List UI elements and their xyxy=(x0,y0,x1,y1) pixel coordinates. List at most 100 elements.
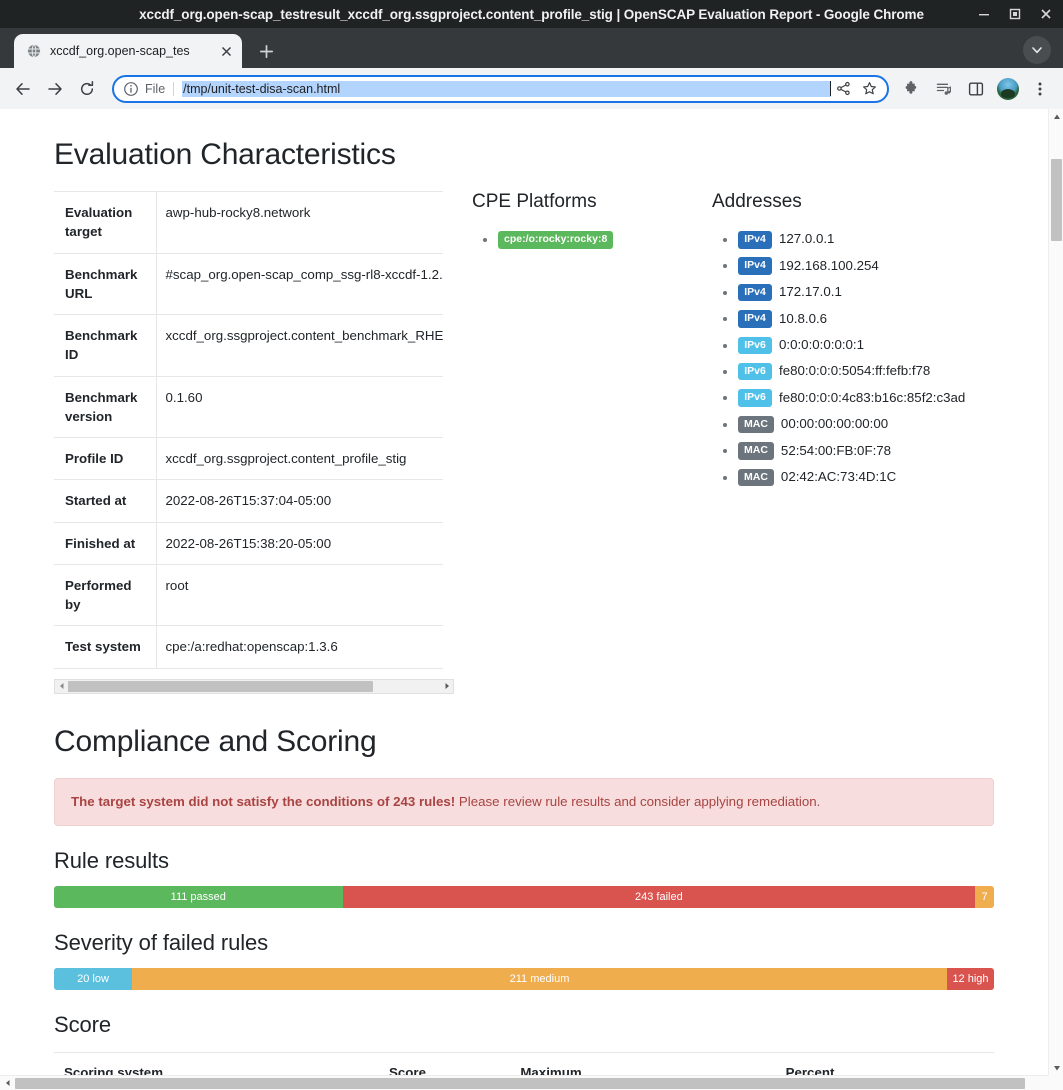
extensions-icon[interactable] xyxy=(897,74,927,104)
cpe-platforms-heading: CPE Platforms xyxy=(472,191,597,212)
tab-search-button[interactable] xyxy=(1023,36,1051,64)
reading-list-icon[interactable] xyxy=(929,74,959,104)
page-horizontal-scrollbar[interactable] xyxy=(0,1075,1048,1090)
table-row: Benchmark ID xccdf_org.ssgproject.content… xyxy=(54,314,443,377)
share-icon[interactable] xyxy=(831,77,855,101)
address-value: fe80:0:0:0:5054:ff:fefb:f78 xyxy=(779,363,931,379)
address-value: 127.0.0.1 xyxy=(779,231,835,247)
vertical-scroll-thumb[interactable] xyxy=(1051,159,1062,241)
table-row: Benchmark URL #scap_org.open-scap_comp_ss… xyxy=(54,253,443,315)
list-item: IPv6 fe80:0:0:0:4c83:b16c:85f2:c3ad xyxy=(738,387,994,409)
bar-segment-failed: 243 failed xyxy=(342,886,976,909)
scroll-down-icon[interactable] xyxy=(1049,1060,1063,1075)
page-info-icon[interactable] xyxy=(123,81,139,97)
browser-tab[interactable]: xccdf_org.open-scap_tes xyxy=(14,34,242,68)
scroll-thumb[interactable] xyxy=(68,680,374,692)
row-value: cpe:/a:redhat:openscap:1.3.6 xyxy=(165,639,338,655)
cpe-badge: cpe:/o:rocky:rocky:8 xyxy=(498,230,614,249)
scroll-right-icon[interactable] xyxy=(440,680,453,693)
address-type-badge: MAC xyxy=(738,442,774,460)
side-panel-icon[interactable] xyxy=(961,74,991,104)
scroll-track[interactable] xyxy=(68,680,440,693)
addresses-column: Addresses IPv4 127.0.0.1 IPv4 192.168.100.… xyxy=(694,191,994,493)
row-value: root xyxy=(165,577,189,593)
cpe-platforms-list: cpe:/o:rocky:rocky:8 xyxy=(472,229,694,251)
window-titlebar: xccdf_org.open-scap_testresult_xccdf_org… xyxy=(0,0,1063,28)
address-value: 0:0:0:0:0:0:0:1 xyxy=(779,337,865,353)
page-vertical-scrollbar[interactable] xyxy=(1048,109,1063,1075)
openscap-report: Evaluation Characteristics Evaluation ta… xyxy=(0,109,1040,1090)
window-controls xyxy=(977,0,1053,28)
list-item: IPv6 0:0:0:0:0:0:0:1 xyxy=(738,335,994,357)
table-row: Finished at 2022-08-26T15:38:20-05:00 xyxy=(54,522,443,565)
bar-segment-passed: 111 passed xyxy=(54,886,343,909)
addresses-list: IPv4 127.0.0.1 IPv4 192.168.100.254 IPv4 17… xyxy=(712,229,994,489)
evaluation-characteristics-table: Evaluation target awp-hub-rocky8.network … xyxy=(54,191,443,669)
new-tab-button[interactable] xyxy=(252,37,280,65)
alert-rest-text: Please review rule results and consider … xyxy=(455,793,821,809)
maximize-window-button[interactable] xyxy=(1008,7,1022,21)
list-item: IPv4 172.17.0.1 xyxy=(738,282,994,304)
bar-segment-other: 7 xyxy=(975,886,994,909)
table-row: Test system cpe:/a:redhat:openscap:1.3.6 xyxy=(54,625,443,669)
browser-window: xccdf_org.open-scap_testresult_xccdf_org… xyxy=(0,0,1063,1090)
evaluation-characteristics-heading: Evaluation Characteristics xyxy=(54,138,396,171)
list-item: MAC 52:54:00:FB:0F:78 xyxy=(738,440,994,462)
row-label: Started at xyxy=(54,479,157,523)
back-button[interactable] xyxy=(8,74,38,104)
address-bar[interactable]: File /tmp/unit-test-disa-scan.html xyxy=(112,74,889,103)
address-type-badge: IPv4 xyxy=(738,283,772,302)
profile-avatar[interactable] xyxy=(993,74,1023,104)
close-window-button[interactable] xyxy=(1039,7,1053,21)
evaluation-table-body: Evaluation target awp-hub-rocky8.network … xyxy=(54,191,443,669)
row-label: Test system xyxy=(54,625,157,669)
row-value: awp-hub-rocky8.network xyxy=(165,205,311,220)
address-value: 172.17.0.1 xyxy=(779,284,842,300)
scroll-left-icon[interactable] xyxy=(55,680,68,693)
alert-strong-text: The target system did not satisfy the co… xyxy=(71,793,456,809)
address-type-badge: MAC xyxy=(738,415,774,434)
address-type-badge: IPv4 xyxy=(738,310,772,328)
reload-button[interactable] xyxy=(72,74,102,104)
severity-bar: 20 low 211 medium 12 high xyxy=(54,968,994,991)
tab-strip: xccdf_org.open-scap_tes xyxy=(0,28,1063,68)
score-heading: Score xyxy=(54,1012,111,1038)
bar-segment-low: 20 low xyxy=(54,968,133,991)
address-type-badge: IPv6 xyxy=(738,389,772,407)
forward-button[interactable] xyxy=(40,74,70,104)
address-type-badge: IPv4 xyxy=(738,230,772,249)
row-value: 2022-08-26T15:38:20-05:00 xyxy=(165,535,332,551)
row-value: #scap_org.open-scap_comp_ssg-rl8-xccdf-1… xyxy=(165,266,444,282)
row-label: Benchmark ID xyxy=(54,314,157,377)
globe-favicon-icon xyxy=(26,43,42,59)
table-row: Started at 2022-08-26T15:37:04-05:00 xyxy=(54,479,443,523)
browser-toolbar: File /tmp/unit-test-disa-scan.html xyxy=(0,68,1063,109)
scroll-left-icon[interactable] xyxy=(0,1076,15,1090)
url-text[interactable]: /tmp/unit-test-disa-scan.html xyxy=(182,80,831,97)
address-type-badge: IPv6 xyxy=(738,362,772,381)
rule-results-bar: 111 passed 243 failed 7 xyxy=(54,886,994,909)
page-viewport: Evaluation Characteristics Evaluation ta… xyxy=(0,109,1063,1090)
minimize-window-button[interactable] xyxy=(977,7,991,21)
evaluation-table-horizontal-scrollbar[interactable] xyxy=(54,678,454,694)
row-label: Evaluation target xyxy=(54,191,157,254)
chrome-menu-icon[interactable] xyxy=(1025,74,1055,104)
address-type-badge: IPv4 xyxy=(738,257,772,275)
table-row: Performed by root xyxy=(54,564,443,626)
bookmark-star-icon[interactable] xyxy=(857,77,881,101)
list-item: MAC 00:00:00:00:00:00 xyxy=(738,414,994,436)
window-title: xccdf_org.open-scap_testresult_xccdf_org… xyxy=(139,6,924,22)
address-value: 00:00:00:00:00:00 xyxy=(780,416,889,432)
row-label: Benchmark URL xyxy=(54,253,157,315)
bar-segment-medium: 211 medium xyxy=(132,968,947,991)
list-item: MAC 02:42:AC:73:4D:1C xyxy=(738,467,994,489)
addresses-heading: Addresses xyxy=(712,191,802,212)
address-value: 10.8.0.6 xyxy=(779,310,828,326)
characteristics-row: Evaluation target awp-hub-rocky8.network … xyxy=(54,191,994,694)
list-item: IPv4 10.8.0.6 xyxy=(738,308,994,330)
scroll-up-icon[interactable] xyxy=(1049,109,1063,124)
row-label: Profile ID xyxy=(54,437,157,480)
evaluation-table-scroll-area: Evaluation target awp-hub-rocky8.network … xyxy=(54,191,443,669)
horizontal-scroll-thumb[interactable] xyxy=(15,1078,1025,1089)
close-tab-button[interactable] xyxy=(216,41,236,61)
